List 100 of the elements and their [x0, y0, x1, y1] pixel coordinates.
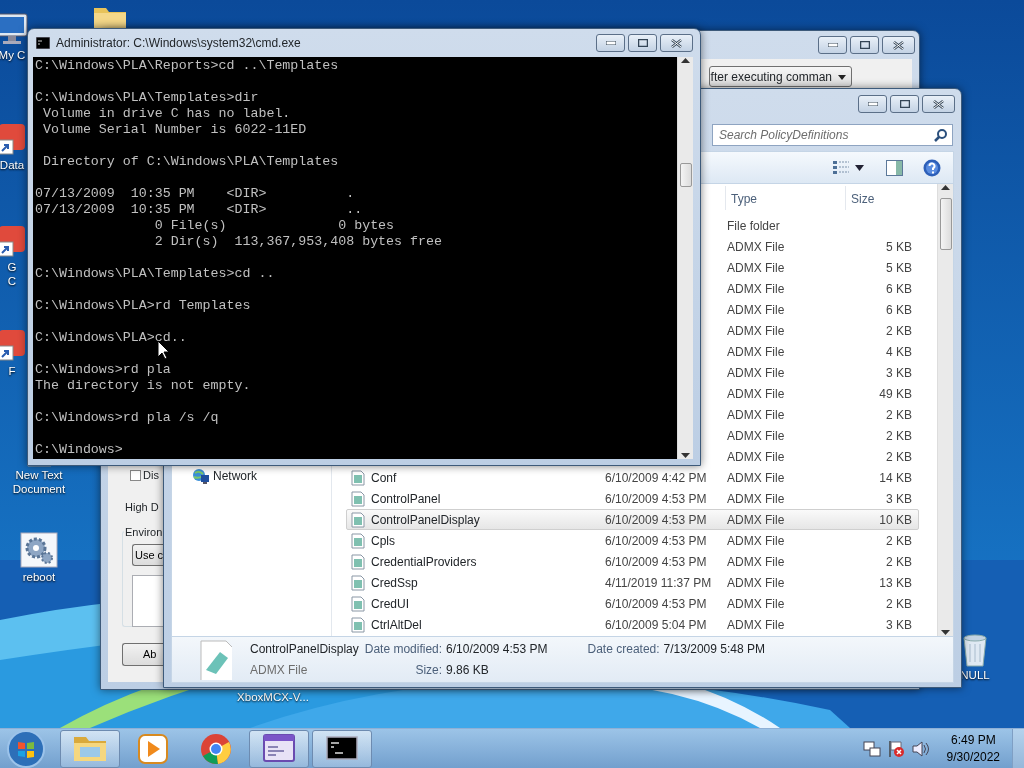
network-icon[interactable]: [862, 739, 881, 758]
field-label: Date created:: [587, 641, 660, 658]
file-row[interactable]: ADMX File 5 KB: [725, 236, 919, 257]
file-type: ADMX File: [727, 491, 785, 506]
icon-label: C: [7, 274, 17, 288]
file-row[interactable]: File folder: [725, 215, 919, 236]
file-row[interactable]: ADMX File 2 KB: [725, 404, 919, 425]
column-header[interactable]: Size: [845, 186, 925, 210]
file-row[interactable]: CredentialProviders 6/10/2009 4:53 PM ADMX File 2 KB: [346, 551, 919, 572]
console-line: 07/13/2009 10:35 PM <DIR> ..: [35, 202, 364, 218]
field-value: 7/13/2009 5:48 PM: [663, 641, 765, 658]
close-icon: [893, 40, 904, 50]
console-line: The directory is not empty.: [35, 378, 252, 394]
file-row[interactable]: ADMX File 2 KB: [725, 320, 919, 341]
icon-label: reboot: [22, 570, 56, 584]
close-icon: [671, 38, 682, 48]
scroll-thumb[interactable]: [939, 198, 952, 250]
minimize-button[interactable]: [596, 34, 625, 52]
file-size: 2 KB: [886, 533, 912, 548]
file-row[interactable]: ControlPanelDisplay 6/10/2009 4:53 PM ADMX File 10 KB: [346, 509, 919, 530]
file-row[interactable]: Conf 6/10/2009 4:42 PM ADMX File 14 KB: [346, 467, 919, 488]
file-row[interactable]: Cpls 6/10/2009 4:53 PM ADMX File 2 KB: [346, 530, 919, 551]
file-row[interactable]: ADMX File 6 KB: [725, 299, 919, 320]
gear-icon: [20, 532, 58, 570]
help-icon: [923, 158, 941, 177]
file-size: 5 KB: [886, 239, 912, 254]
view-button[interactable]: [833, 159, 864, 176]
close-icon: [933, 99, 944, 109]
file-type: ADMX File: [250, 662, 309, 679]
file-row[interactable]: ControlPanel 6/10/2009 4:53 PM ADMX File 3 KB: [346, 488, 919, 509]
file-size: 6 KB: [886, 281, 912, 296]
clock[interactable]: 6:49 PM 9/30/2022: [942, 731, 1004, 766]
minimize-button[interactable]: [818, 36, 847, 54]
file-name: Cpls: [371, 532, 395, 550]
file-icon: [351, 469, 365, 486]
maximize-button[interactable]: [890, 95, 919, 113]
dropdown-button[interactable]: Use c: [132, 544, 163, 566]
close-button[interactable]: [660, 34, 693, 52]
scrollbar[interactable]: [937, 184, 953, 636]
search-field[interactable]: Search PolicyDefinitions: [712, 124, 953, 146]
file-type: ADMX File: [727, 260, 785, 275]
file-size: 3 KB: [886, 365, 912, 380]
field-label: High D: [125, 499, 159, 515]
file-row[interactable]: ADMX File 2 KB: [725, 425, 919, 446]
console-line: 0 File(s) 0 bytes: [153, 218, 396, 234]
file-size: 10 KB: [879, 512, 912, 527]
file-size: 6 KB: [886, 302, 912, 317]
file-size: 2 KB: [886, 428, 912, 443]
help-button[interactable]: [923, 158, 941, 177]
file-size: 2 KB: [886, 323, 912, 338]
file-name: CtrlAltDel: [371, 616, 422, 634]
file-date: 6/10/2009 4:42 PM: [605, 470, 707, 485]
file-row[interactable]: CredSsp 4/11/2019 11:37 PM ADMX File 13 KB: [346, 572, 919, 593]
console-line: 2 Dir(s) 113,367,953,408 bytes free: [153, 234, 443, 250]
column-header[interactable]: Type: [725, 186, 845, 210]
close-button[interactable]: [882, 36, 915, 54]
maximize-button[interactable]: [850, 36, 879, 54]
scrollbar[interactable]: [677, 57, 693, 459]
scroll-thumb[interactable]: [679, 163, 692, 187]
file-date: 6/10/2009 4:53 PM: [605, 554, 707, 569]
checkbox-label: Dis: [143, 468, 159, 483]
file-date: 6/10/2009 4:53 PM: [605, 491, 707, 506]
nav-item[interactable]: Network: [192, 467, 331, 485]
file-row[interactable]: ADMX File 4 KB: [725, 341, 919, 362]
preview-pane-icon: [886, 159, 903, 176]
console-line: Volume in drive C has no label.: [41, 106, 292, 122]
file-row[interactable]: ADMX File 5 KB: [725, 257, 919, 278]
file-row[interactable]: CtrlAltDel 6/10/2009 5:04 PM ADMX File 3 KB: [346, 614, 919, 635]
icon-label: Data: [0, 158, 25, 172]
minimize-button[interactable]: [858, 95, 887, 113]
file-type: ADMX File: [727, 449, 785, 464]
file-type: ADMX File: [727, 239, 785, 254]
file-name: ControlPanelDisplay: [371, 511, 480, 529]
icon-label: F: [8, 364, 16, 378]
maximize-button[interactable]: [628, 34, 657, 52]
console-line: C:\Windows>rd pla /s /q: [35, 410, 220, 426]
file-row[interactable]: ADMX File 6 KB: [725, 278, 919, 299]
console-line: C:\Windows\PLA>cd..: [35, 330, 188, 346]
checkbox[interactable]: [130, 469, 141, 481]
file-row[interactable]: ADMX File 2 KB: [725, 446, 919, 467]
flag-icon[interactable]: [886, 739, 905, 758]
file-row[interactable]: ADMX File 3 KB: [725, 362, 919, 383]
file-icon: [200, 639, 232, 680]
speaker-icon[interactable]: [910, 739, 929, 758]
file-type: ADMX File: [727, 554, 785, 569]
cursor-icon: [157, 340, 170, 360]
preview-pane-button[interactable]: [886, 159, 903, 176]
console-line: 07/13/2009 10:35 PM <DIR> .: [35, 186, 356, 202]
icon-label: New Text: [15, 468, 63, 482]
taskbar-button[interactable]: [312, 729, 372, 768]
file-date: 6/10/2009 4:53 PM: [605, 512, 707, 527]
file-row[interactable]: ADMX File 49 KB: [725, 383, 919, 404]
file-type: ADMX File: [727, 386, 785, 401]
close-button[interactable]: [922, 95, 955, 113]
file-row[interactable]: CredUI 6/10/2009 4:53 PM ADMX File 2 KB: [346, 593, 919, 614]
list-view-icon: [833, 159, 849, 176]
console-line: C:\Windows\PLA\Templates>cd ..: [35, 266, 276, 282]
dropdown[interactable]: fter executing comman: [708, 66, 852, 87]
about-button[interactable]: Ab: [122, 643, 163, 666]
console-line: C:\Windows>rd pla: [35, 362, 172, 378]
